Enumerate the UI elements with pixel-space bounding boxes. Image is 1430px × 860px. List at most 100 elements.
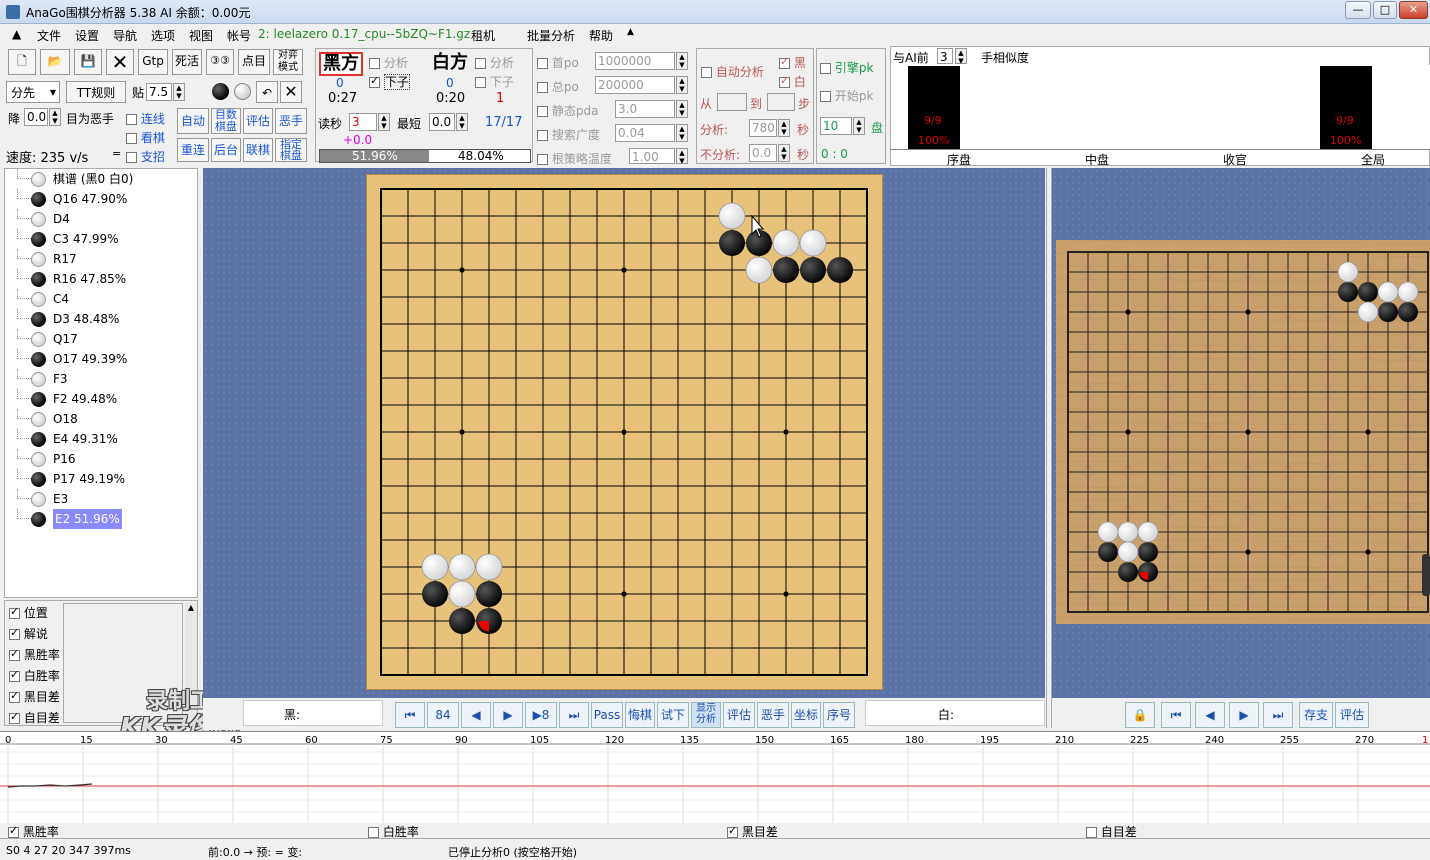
winrate-graph[interactable]: 0 15 30 45 60 75 90 105 120 135 150 165 180 195 210 225…	[0, 731, 1430, 825]
side-last-icon[interactable]: ⏭	[1263, 702, 1293, 728]
from-field[interactable]	[717, 93, 747, 111]
coordinates-button[interactable]: 坐标	[791, 702, 821, 728]
option-check[interactable]: 黑目差	[9, 688, 60, 705]
branch-check[interactable]: 支招	[126, 148, 165, 165]
move-list-item[interactable]: E2 51.96%	[5, 509, 195, 529]
option-check[interactable]: 解说	[9, 625, 48, 642]
move-list-item[interactable]: R16 47.85%	[5, 269, 195, 289]
try-move-button[interactable]: 试下	[657, 702, 689, 728]
checkbox[interactable]	[9, 605, 20, 619]
static-pda-check[interactable]: 静态pda	[537, 102, 598, 119]
move-list-item[interactable]: D3 48.48%	[5, 309, 195, 329]
maximize-button[interactable]: □	[1373, 1, 1397, 19]
static-pda-spinner[interactable]: ▲ ▼	[676, 100, 688, 118]
side-evaluate-button[interactable]: 评估	[1335, 702, 1369, 728]
tt-rule-button[interactable]: TT规则	[66, 81, 126, 103]
move-list-item[interactable]: P17 49.19%	[5, 469, 195, 489]
black-place-check[interactable]: 下子	[369, 73, 410, 90]
33-icon[interactable]: ③③	[206, 49, 234, 75]
games-spinner[interactable]: ▲ ▼	[853, 117, 865, 135]
auto-analysis-check[interactable]: 自动分析	[701, 63, 764, 80]
move-list-item[interactable]: 棋谱 (黑0 白0)	[5, 169, 195, 189]
move-list-item[interactable]: E3	[5, 489, 195, 509]
black-analysis-check[interactable]: 分析	[369, 54, 408, 71]
count-board-button[interactable]: 目数棋盘	[211, 108, 241, 134]
side-next-icon[interactable]: ▶	[1229, 702, 1259, 728]
menu-file[interactable]: 文件	[37, 27, 61, 44]
battle-mode-button[interactable]: 对弈模式	[273, 49, 303, 75]
move-list-item[interactable]: O17 49.39%	[5, 349, 195, 369]
move-list-item[interactable]: P16	[5, 449, 195, 469]
checkbox[interactable]	[727, 824, 738, 838]
drop-spinner[interactable]: ▲ ▼	[49, 108, 61, 126]
backend-button[interactable]: 后台	[211, 138, 241, 162]
checkbox[interactable]	[1086, 827, 1097, 838]
black-stone-icon[interactable]	[212, 83, 229, 100]
white-place-check[interactable]: 下子	[475, 73, 514, 90]
close-button[interactable]: ✕	[1399, 1, 1428, 19]
checkbox[interactable]	[8, 824, 19, 838]
total-po-field[interactable]: 200000	[595, 76, 675, 94]
read-sec-field[interactable]: 3	[349, 113, 377, 131]
undo-icon[interactable]: ↶	[256, 81, 278, 103]
auto-white-check[interactable]: 白	[779, 73, 806, 90]
evaluate-button[interactable]: 评估	[243, 108, 273, 134]
menu-navigate[interactable]: 导航	[113, 27, 137, 44]
white-stone-icon[interactable]	[234, 83, 251, 100]
checkbox[interactable]	[9, 668, 20, 682]
komi-spinner[interactable]: ▲ ▼	[173, 83, 185, 101]
joint-button[interactable]: 联棋	[243, 138, 273, 162]
menu-view[interactable]: 视图	[189, 27, 213, 44]
show-analysis-button[interactable]: 显示分析	[691, 702, 721, 728]
side-first-icon[interactable]: ⏮	[1161, 702, 1191, 728]
option-check[interactable]: 自目差	[9, 709, 60, 726]
option-check[interactable]: 位置	[9, 604, 48, 621]
lock-icon[interactable]: 🔒	[1125, 702, 1155, 728]
analyze-field[interactable]: 780	[749, 119, 777, 137]
option-check[interactable]: 白胜率	[9, 667, 60, 684]
games-field[interactable]: 10	[820, 117, 852, 135]
menu-account[interactable]: 帐号	[227, 27, 251, 44]
undo-move-button[interactable]: 悔棋	[625, 702, 655, 728]
clear-icon[interactable]: ✕	[280, 81, 302, 103]
auto-button[interactable]: 自动	[177, 108, 209, 134]
checkbox[interactable]	[9, 689, 20, 703]
total-po-spinner[interactable]: ▲ ▼	[676, 76, 688, 94]
read-sec-spinner[interactable]: ▲ ▼	[378, 113, 390, 131]
menu-help[interactable]: 帮助	[589, 27, 613, 44]
link-check[interactable]: 连线	[126, 110, 165, 127]
drop-field[interactable]: 0.0	[24, 108, 48, 126]
root-temp-field[interactable]: 1.00	[629, 148, 675, 164]
menu-rent[interactable]: 租机	[471, 27, 495, 44]
handicap-select[interactable]: 分先 ▼	[6, 81, 60, 103]
search-width-field[interactable]: 0.04	[615, 124, 675, 142]
move-number-button[interactable]: 序号	[823, 702, 855, 728]
komi-field[interactable]: 7.5	[146, 83, 172, 101]
side-board[interactable]	[1055, 239, 1430, 624]
checkbox[interactable]	[9, 626, 20, 640]
main-board[interactable]	[366, 174, 883, 690]
bad-move-button[interactable]: 恶手	[275, 108, 307, 134]
delete-icon[interactable]: ✕	[106, 49, 134, 75]
menu-file-name[interactable]: 2: leelazero 0.17_cpu--5bZQ~F1.gz	[258, 27, 470, 41]
to-field[interactable]	[767, 93, 795, 111]
pass-button[interactable]: Pass	[591, 702, 623, 728]
menu-settings[interactable]: 设置	[75, 27, 99, 44]
minimize-button[interactable]: —	[1345, 1, 1371, 19]
menu-batch[interactable]: 批量分析	[527, 27, 575, 44]
save-branch-button[interactable]: 存支	[1299, 702, 1333, 728]
menu-more-icon[interactable]: ▲	[627, 27, 634, 37]
menu-options[interactable]: 选项	[151, 27, 175, 44]
back-84-button[interactable]: 84	[427, 702, 459, 728]
side-handle[interactable]	[1422, 554, 1430, 596]
move-list-item[interactable]: F2 49.48%	[5, 389, 195, 409]
side-prev-icon[interactable]: ◀	[1195, 702, 1225, 728]
min-spinner[interactable]: ▲ ▼	[456, 113, 468, 131]
checkbox[interactable]	[9, 710, 20, 724]
engine-pk-check[interactable]: 引擎pk	[820, 59, 873, 76]
white-analysis-check[interactable]: 分析	[475, 54, 514, 71]
first-po-spinner[interactable]: ▲ ▼	[676, 52, 688, 70]
open-folder-icon[interactable]: 📂	[40, 49, 70, 75]
gtp-button[interactable]: Gtp	[138, 49, 168, 75]
option-check[interactable]: 黑胜率	[9, 646, 60, 663]
